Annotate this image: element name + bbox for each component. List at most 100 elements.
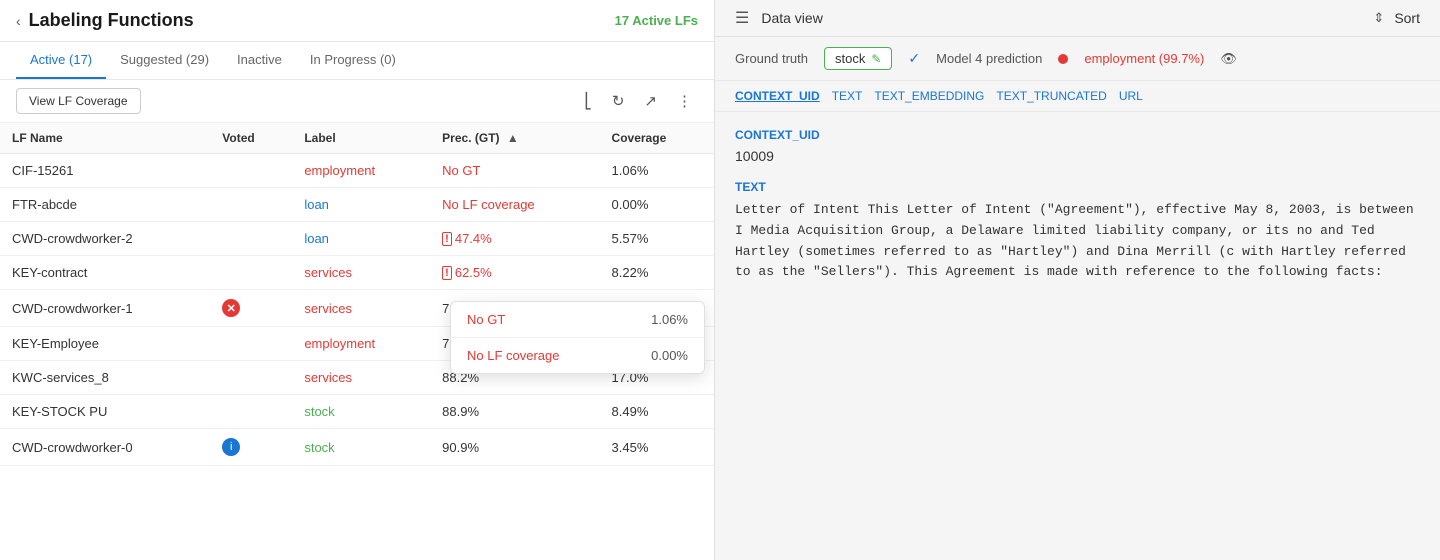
- chevron-left-icon[interactable]: ‹: [16, 13, 21, 29]
- right-panel: ☰ Data view ⇕ Sort Ground truth stock ✎ …: [715, 0, 1440, 560]
- tooltip-overlay: No GT 1.06% No LF coverage 0.00%: [450, 301, 705, 374]
- voted-cell: ✕: [210, 290, 292, 327]
- field-tab-url[interactable]: URL: [1119, 89, 1143, 103]
- prec-cell: 88.9%: [430, 395, 599, 429]
- coverage-cell: 8.22%: [600, 256, 714, 290]
- lf-name: CWD-crowdworker-1: [0, 290, 210, 327]
- right-header: ☰ Data view ⇕ Sort: [715, 0, 1440, 37]
- tab-suggested[interactable]: Suggested (29): [106, 42, 223, 79]
- voted-cell: [210, 361, 292, 395]
- coverage-cell: 5.57%: [600, 222, 714, 256]
- table-row[interactable]: CWD-crowdworker-0 i stock 90.9% 3.45%: [0, 429, 714, 466]
- table-row[interactable]: KEY-STOCK PU stock 88.9% 8.49%: [0, 395, 714, 429]
- export-icon[interactable]: ↗: [638, 88, 663, 114]
- sort-icon: ⇕: [1373, 10, 1384, 26]
- col-lf-name: LF Name: [0, 123, 210, 154]
- lf-name: KEY-contract: [0, 256, 210, 290]
- col-label: Label: [292, 123, 430, 154]
- tooltip-value-no-gt: 1.06%: [651, 312, 688, 327]
- col-prec[interactable]: Prec. (GT) ▲: [430, 123, 599, 154]
- field-tab-text-truncated[interactable]: TEXT_TRUNCATED: [996, 89, 1106, 103]
- field-tab-context-uid[interactable]: CONTEXT_UID: [735, 89, 820, 103]
- lf-name: KEY-Employee: [0, 327, 210, 361]
- voted-cell: i: [210, 429, 292, 466]
- error-badge: ✕: [222, 299, 240, 317]
- model-label: Model 4 prediction: [936, 51, 1042, 66]
- table-row[interactable]: FTR-abcde loan No LF coverage 0.00%: [0, 188, 714, 222]
- sort-button[interactable]: Sort: [1394, 10, 1420, 26]
- prec-cell: ! 47.4%: [430, 222, 599, 256]
- tooltip-value-no-lf: 0.00%: [651, 348, 688, 363]
- label-cell: loan: [292, 222, 430, 256]
- label-cell: services: [292, 361, 430, 395]
- lf-name: CWD-crowdworker-2: [0, 222, 210, 256]
- check-icon: ✓: [908, 50, 920, 67]
- edit-icon[interactable]: ✎: [871, 52, 881, 66]
- active-lfs-badge: 17 Active LFs: [615, 13, 698, 28]
- coverage-cell: 3.45%: [600, 429, 714, 466]
- warning-icon: !: [442, 266, 452, 280]
- tab-active[interactable]: Active (17): [16, 42, 106, 79]
- col-voted: Voted: [210, 123, 292, 154]
- label-cell: services: [292, 256, 430, 290]
- tab-inactive[interactable]: Inactive: [223, 42, 296, 79]
- prec-cell: ! 62.5%: [430, 256, 599, 290]
- voted-cell: [210, 188, 292, 222]
- tooltip-label-no-gt: No GT: [467, 312, 651, 327]
- label-cell: services: [292, 290, 430, 327]
- data-view-label: Data view: [761, 10, 822, 26]
- tooltip-row-no-gt: No GT 1.06%: [451, 302, 704, 338]
- text-title: TEXT: [735, 180, 1420, 194]
- voted-cell: [210, 154, 292, 188]
- lf-name: CWD-crowdworker-0: [0, 429, 210, 466]
- model-value: employment (99.7%): [1084, 51, 1204, 66]
- coverage-cell: 1.06%: [600, 154, 714, 188]
- lf-name: FTR-abcde: [0, 188, 210, 222]
- lf-name: CIF-15261: [0, 154, 210, 188]
- coverage-cell: 8.49%: [600, 395, 714, 429]
- tabs-bar: Active (17) Suggested (29) Inactive In P…: [0, 42, 714, 80]
- table-row[interactable]: KEY-contract services ! 62.5% 8.22%: [0, 256, 714, 290]
- context-uid-value: 10009: [735, 148, 1420, 164]
- lf-table-container: LF Name Voted Label Prec. (GT) ▲ Coverag…: [0, 123, 714, 560]
- context-uid-title: CONTEXT_UID: [735, 128, 1420, 142]
- lf-name: KWC-services_8: [0, 361, 210, 395]
- eye-icon[interactable]: 👁: [1220, 51, 1237, 67]
- ground-truth-value[interactable]: stock ✎: [824, 47, 892, 70]
- tooltip-label-no-lf: No LF coverage: [467, 348, 651, 363]
- right-controls: Ground truth stock ✎ ✓ Model 4 predictio…: [715, 37, 1440, 81]
- lf-table: LF Name Voted Label Prec. (GT) ▲ Coverag…: [0, 123, 714, 466]
- field-tab-text[interactable]: TEXT: [832, 89, 863, 103]
- voted-cell: [210, 256, 292, 290]
- table-header-row: LF Name Voted Label Prec. (GT) ▲ Coverag…: [0, 123, 714, 154]
- tooltip-row-no-lf: No LF coverage 0.00%: [451, 338, 704, 373]
- warning-icon: !: [442, 232, 452, 246]
- voted-cell: [210, 222, 292, 256]
- label-cell: employment: [292, 327, 430, 361]
- panel-title: Labeling Functions: [29, 10, 615, 31]
- prec-cell: No GT: [430, 154, 599, 188]
- info-badge: i: [222, 438, 240, 456]
- toolbar: View LF Coverage ⎣ ↻ ↗ ⋮: [0, 80, 714, 123]
- lf-name: KEY-STOCK PU: [0, 395, 210, 429]
- prec-cell: No LF coverage: [430, 188, 599, 222]
- label-cell: stock: [292, 395, 430, 429]
- table-row[interactable]: CIF-15261 employment No GT 1.06%: [0, 154, 714, 188]
- sort-arrow-icon: ▲: [507, 131, 519, 145]
- field-tab-text-embedding[interactable]: TEXT_EMBEDDING: [874, 89, 984, 103]
- view-coverage-button[interactable]: View LF Coverage: [16, 88, 141, 114]
- more-icon[interactable]: ⋮: [671, 88, 698, 114]
- table-row[interactable]: CWD-crowdworker-2 loan ! 47.4% 5.57%: [0, 222, 714, 256]
- voted-cell: [210, 327, 292, 361]
- filter-icon[interactable]: ⎣: [578, 88, 598, 114]
- menu-icon[interactable]: ☰: [735, 8, 749, 28]
- label-cell: employment: [292, 154, 430, 188]
- refresh-icon[interactable]: ↻: [606, 88, 631, 114]
- ground-truth-label: Ground truth: [735, 51, 808, 66]
- model-dot-icon: [1058, 54, 1068, 64]
- left-panel: ‹ Labeling Functions 17 Active LFs Activ…: [0, 0, 715, 560]
- text-value: Letter of Intent This Letter of Intent (…: [735, 200, 1420, 283]
- tab-in-progress[interactable]: In Progress (0): [296, 42, 410, 79]
- data-content: CONTEXT_UID 10009 TEXT Letter of Intent …: [715, 112, 1440, 560]
- label-cell: loan: [292, 188, 430, 222]
